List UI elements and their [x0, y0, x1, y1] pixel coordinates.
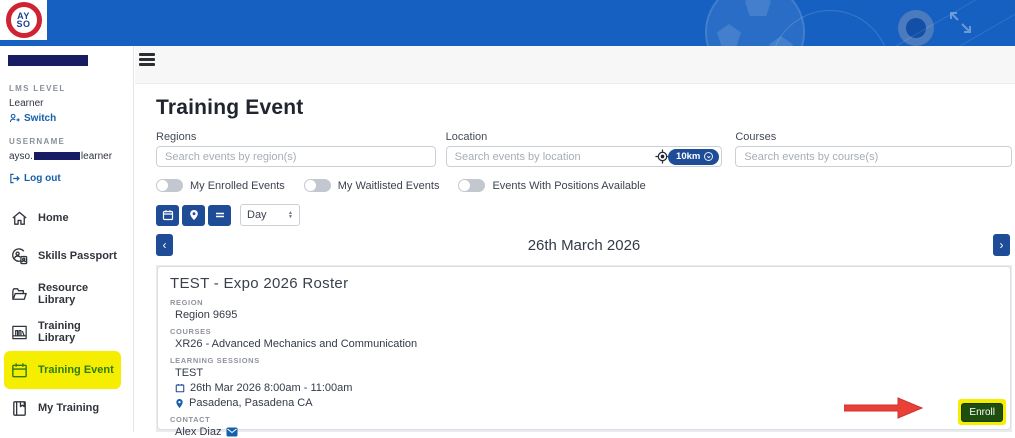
toggle-switch[interactable]	[156, 179, 183, 192]
regions-label: Regions	[156, 131, 436, 143]
sidebar-item-label: My Training	[38, 402, 99, 414]
sidebar-item-training-library[interactable]: Training Library	[4, 313, 121, 351]
resource-library-icon	[10, 285, 29, 304]
contact-name: Alex Diaz	[175, 426, 221, 438]
sidebar-item-help[interactable]: Help	[4, 427, 121, 432]
lms-level-value: Learner	[9, 98, 133, 109]
location-pin-icon	[175, 398, 184, 409]
courses-search-input[interactable]	[735, 146, 1012, 167]
list-view-button[interactable]	[208, 205, 231, 226]
sidebar-item-my-training[interactable]: My Training	[4, 389, 121, 427]
username-value: ayso.learner	[9, 151, 133, 162]
toggle-events-with-positions[interactable]: Events With Positions Available	[458, 179, 645, 192]
annotation-highlight: Enroll	[958, 399, 1006, 425]
top-toolbar	[135, 46, 1015, 84]
courses-value: XR26 - Advanced Mechanics and Communicat…	[175, 338, 998, 350]
calendar-icon	[10, 361, 29, 380]
session-name: TEST	[175, 367, 998, 379]
annotation-arrow	[844, 395, 924, 421]
sidebar-item-label: Training Event	[38, 364, 114, 376]
sidebar-item-home[interactable]: Home	[4, 199, 121, 237]
email-icon[interactable]	[226, 427, 238, 437]
toggle-label: My Waitlisted Events	[338, 180, 440, 192]
radius-value: 10km	[676, 151, 700, 162]
my-training-icon	[10, 399, 29, 418]
sidebar-item-label: Skills Passport	[38, 250, 117, 262]
sidebar-item-training-event[interactable]: Training Event	[4, 351, 121, 389]
sidebar: LMS LEVEL Learner Switch USERNAME ayso.l…	[0, 46, 134, 432]
page-title: Training Event	[156, 96, 1012, 120]
courses-filter: Courses	[735, 131, 1012, 167]
sidebar-item-label: Resource Library	[38, 282, 121, 306]
location-filter: Location 10km ⌄	[446, 131, 723, 167]
regions-filter: Regions	[156, 131, 436, 167]
select-arrows-icon: ▲▼	[288, 211, 293, 219]
calendar-view-button[interactable]	[156, 205, 179, 226]
sidebar-item-skills-passport[interactable]: Skills Passport	[4, 237, 121, 275]
ayso-logo[interactable]: AY SO	[0, 0, 47, 40]
switch-label: Switch	[24, 113, 56, 124]
redacted-user-name	[8, 55, 88, 66]
redacted-username	[34, 152, 80, 160]
sidebar-item-resource-library[interactable]: Resource Library	[4, 275, 121, 313]
calendar-view-icon	[162, 209, 174, 221]
switch-user-icon	[9, 113, 20, 124]
courses-label: COURSES	[170, 327, 998, 336]
regions-search-input[interactable]	[156, 146, 436, 167]
list-view-icon	[214, 209, 226, 221]
main-content: Training Event Regions Location	[135, 84, 1015, 432]
toggle-switch[interactable]	[304, 179, 331, 192]
sidebar-item-label: Training Library	[38, 320, 121, 344]
toggle-my-enrolled-events[interactable]: My Enrolled Events	[156, 179, 285, 192]
location-label: Location	[446, 131, 723, 143]
session-datetime: 26th Mar 2026 8:00am - 11:00am	[190, 382, 352, 394]
sidebar-nav: Home Skills Passport	[0, 199, 133, 432]
event-card[interactable]: TEST - Expo 2026 Roster REGION Region 96…	[157, 266, 1011, 430]
radius-dropdown[interactable]: 10km ⌄	[668, 149, 719, 165]
session-datetime-row: 26th Mar 2026 8:00am - 11:00am	[175, 382, 998, 394]
toggle-my-waitlisted-events[interactable]: My Waitlisted Events	[304, 179, 440, 192]
logout-link[interactable]: Log out	[9, 173, 133, 184]
ayso-logo-badge: AY SO	[6, 2, 42, 38]
previous-day-button[interactable]: ‹	[156, 234, 173, 256]
next-day-button[interactable]: ›	[993, 234, 1010, 256]
calendar-icon	[175, 383, 185, 393]
sidebar-item-label: Home	[38, 212, 69, 224]
training-library-icon	[10, 323, 29, 342]
enroll-button[interactable]: Enroll	[961, 403, 1003, 422]
home-icon	[10, 209, 29, 228]
date-navigation: ‹ 26th March 2026 ›	[156, 234, 1012, 258]
switch-role-link[interactable]: Switch	[9, 113, 133, 124]
view-mode-row: Day ▲▼	[156, 204, 1012, 226]
view-range-value: Day	[247, 209, 267, 221]
toggle-label: Events With Positions Available	[492, 180, 645, 192]
logout-label: Log out	[24, 173, 61, 184]
view-range-select[interactable]: Day ▲▼	[240, 204, 300, 226]
filters-row: Regions Location 10km	[156, 131, 1012, 167]
toggle-switch[interactable]	[458, 179, 485, 192]
hamburger-menu-icon[interactable]	[139, 53, 155, 68]
map-view-button[interactable]	[182, 205, 205, 226]
logout-icon	[9, 173, 20, 184]
contact-row: Alex Diaz	[175, 426, 998, 438]
region-label: REGION	[170, 298, 998, 307]
session-location: Pasadena, Pasadena CA	[189, 397, 313, 409]
main-area: Training Event Regions Location	[135, 46, 1015, 432]
username-label: USERNAME	[9, 137, 133, 146]
arrows-decoration	[948, 10, 978, 38]
toggle-label: My Enrolled Events	[190, 180, 285, 192]
day-view-grid: TEST - Expo 2026 Roster REGION Region 96…	[156, 265, 1012, 432]
learning-sessions-label: LEARNING SESSIONS	[170, 356, 998, 365]
region-value: Region 9695	[175, 309, 998, 321]
toggles-row: My Enrolled Events My Waitlisted Events …	[156, 179, 1012, 192]
map-pin-icon	[188, 209, 200, 221]
current-date-title: 26th March 2026	[156, 234, 1012, 254]
courses-label: Courses	[735, 131, 1012, 143]
app-header	[0, 0, 1015, 46]
skills-passport-icon	[10, 247, 29, 266]
lms-level-label: LMS LEVEL	[9, 84, 133, 93]
event-title: TEST - Expo 2026 Roster	[170, 275, 998, 292]
chevron-down-icon: ⌄	[704, 152, 713, 161]
